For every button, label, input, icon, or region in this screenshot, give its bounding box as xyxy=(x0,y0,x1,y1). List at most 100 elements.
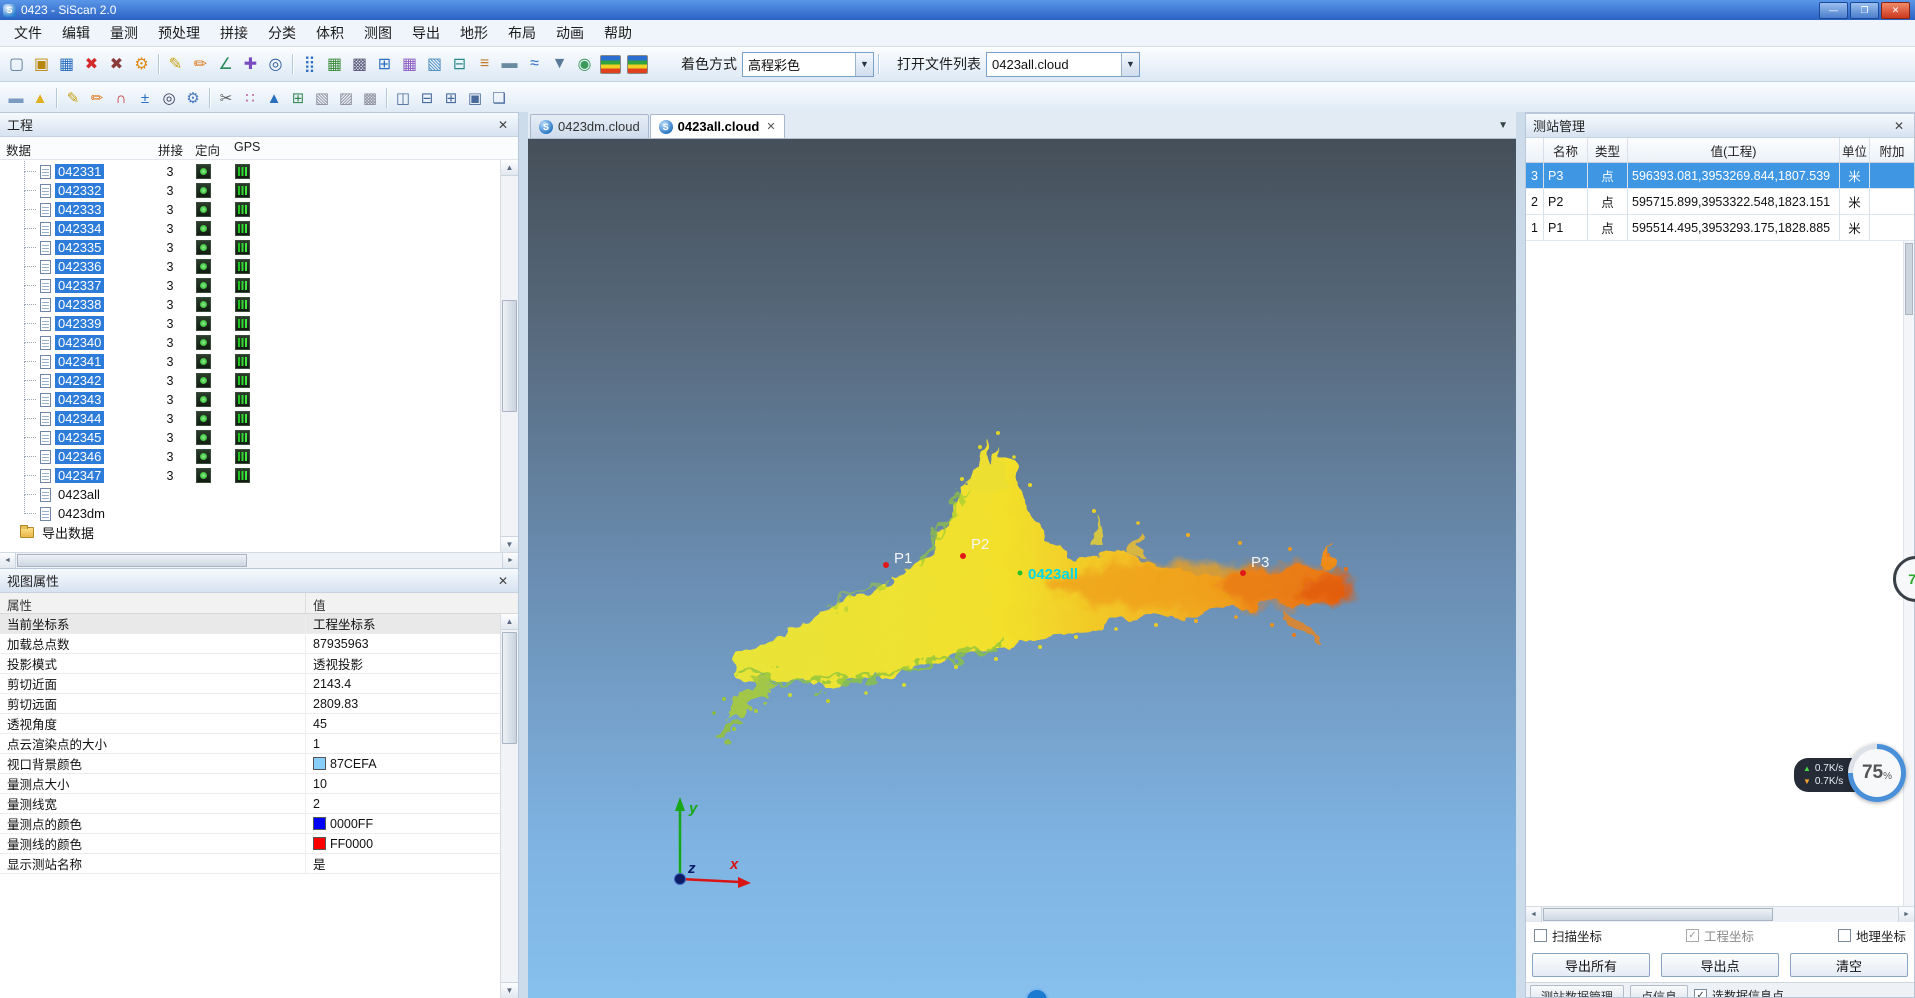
scrollbar-thumb[interactable] xyxy=(502,632,517,744)
tree-item[interactable]: 0423343 xyxy=(0,219,501,238)
property-row[interactable]: 剪切远面2809.83 xyxy=(0,694,501,714)
magnet-tool-icon[interactable]: ∩ xyxy=(109,87,133,109)
cascade-windows-icon[interactable]: ❏ xyxy=(487,87,511,109)
section-tool-icon[interactable]: ⊟ xyxy=(447,52,472,76)
station-row[interactable]: 3P3点596393.081,3953269.844,1807.539米 xyxy=(1526,163,1914,189)
property-row[interactable]: 透视角度45 xyxy=(0,714,501,734)
menu-item[interactable]: 导出 xyxy=(402,20,450,46)
cube-view-3-icon[interactable]: ▩ xyxy=(358,87,382,109)
station-column-header[interactable]: 名称 xyxy=(1544,138,1588,162)
chevron-down-icon[interactable]: ▼ xyxy=(855,53,873,76)
copy-pages-icon[interactable]: ⊞ xyxy=(286,87,310,109)
property-row[interactable]: 显示测站名称是 xyxy=(0,854,501,874)
matrix-view-icon[interactable]: ▩ xyxy=(347,52,372,76)
tree-scrollbar[interactable]: ▲ ▼ xyxy=(500,160,518,552)
split-horizontal-icon[interactable]: ◫ xyxy=(391,87,415,109)
station-marker-p2[interactable] xyxy=(960,553,966,559)
tree-item[interactable]: 0423313 xyxy=(0,162,501,181)
scroll-right-icon[interactable]: ► xyxy=(502,553,518,568)
close-icon[interactable]: ✕ xyxy=(495,118,511,132)
tree-item[interactable]: 0423443 xyxy=(0,409,501,428)
coord-checkbox[interactable]: ✓工程坐标 xyxy=(1686,926,1754,945)
station-column-header[interactable]: 类型 xyxy=(1588,138,1628,162)
title-bar[interactable]: S 0423 - SiScan 2.0 — ❐ ✕ xyxy=(0,0,1915,20)
balance-tool-icon[interactable]: ± xyxy=(133,87,157,109)
scroll-left-icon[interactable]: ◄ xyxy=(1526,907,1542,922)
station-column-header[interactable] xyxy=(1526,138,1544,162)
measure-angle-icon[interactable]: ∠ xyxy=(213,52,238,76)
tree-item[interactable]: 0423323 xyxy=(0,181,501,200)
point-grid-icon[interactable]: ⣿ xyxy=(297,52,322,76)
tree-item[interactable]: 0423dm xyxy=(0,504,501,523)
tab-list-chevron-icon[interactable]: ▼ xyxy=(1498,120,1508,131)
delete-all-icon[interactable]: ✖ xyxy=(79,52,104,76)
tree-item[interactable]: 0423433 xyxy=(0,390,501,409)
menu-item[interactable]: 动画 xyxy=(546,20,594,46)
menu-item[interactable]: 拼接 xyxy=(210,20,258,46)
property-row[interactable]: 量测点的颜色0000FF xyxy=(0,814,501,834)
scroll-down-icon[interactable]: ▼ xyxy=(501,536,518,552)
chevron-down-icon[interactable]: ▼ xyxy=(1121,53,1139,76)
stitch-tool-icon[interactable]: ⊞ xyxy=(372,52,397,76)
duplicate-view-icon[interactable]: ▣ xyxy=(463,87,487,109)
minimize-button[interactable]: — xyxy=(1819,2,1848,19)
menu-item[interactable]: 量测 xyxy=(100,20,148,46)
menu-item[interactable]: 分类 xyxy=(258,20,306,46)
open-file-list-select[interactable]: 0423all.cloud ▼ xyxy=(986,52,1140,77)
coord-checkbox[interactable]: 扫描坐标 xyxy=(1534,926,1602,945)
elevation-colors-icon[interactable] xyxy=(600,55,621,74)
tab-0423all-cloud[interactable]: S 0423all.cloud ✕ xyxy=(650,114,785,138)
draw-pencil-icon[interactable]: ✏ xyxy=(188,52,213,76)
filter-tool-icon[interactable]: ▼ xyxy=(547,52,572,76)
menu-item[interactable]: 地形 xyxy=(450,20,498,46)
tree-item[interactable]: 0423333 xyxy=(0,200,501,219)
property-row[interactable]: 当前坐标系工程坐标系 xyxy=(0,614,501,634)
tree-item[interactable]: 0423all xyxy=(0,485,501,504)
station-marker-p3[interactable] xyxy=(1240,570,1246,576)
pencil-orange-icon[interactable]: ✏ xyxy=(85,87,109,109)
scrollbar-thumb[interactable] xyxy=(17,554,247,567)
flatten-tool-icon[interactable]: ▬ xyxy=(497,52,522,76)
close-icon[interactable]: ✕ xyxy=(495,574,511,588)
scrollbar-thumb[interactable] xyxy=(1543,908,1773,921)
pencil-yellow-icon[interactable]: ✎ xyxy=(61,87,85,109)
scroll-down-icon[interactable]: ▼ xyxy=(501,982,518,998)
fill-region-icon[interactable]: ▬ xyxy=(4,87,28,109)
station-marker-p1[interactable] xyxy=(883,562,889,568)
save-file-icon[interactable]: ▦ xyxy=(54,52,79,76)
profile-tool-icon[interactable]: ≡ xyxy=(472,52,497,76)
gear-pair-icon[interactable]: ⚙ xyxy=(181,87,205,109)
coord-checkbox[interactable]: 地理坐标 xyxy=(1838,926,1906,945)
open-file-icon[interactable]: ▣ xyxy=(29,52,54,76)
bottom-tab[interactable]: 测站数据管理 xyxy=(1530,985,1624,997)
scrollbar-thumb[interactable] xyxy=(1905,243,1913,315)
cube-view-1-icon[interactable]: ▧ xyxy=(310,87,334,109)
new-file-icon[interactable]: ▢ xyxy=(4,52,29,76)
export-folder-item[interactable]: 导出数据 xyxy=(0,523,501,542)
station-column-header[interactable]: 单位 xyxy=(1840,138,1870,162)
property-row[interactable]: 剪切近面2143.4 xyxy=(0,674,501,694)
scroll-left-icon[interactable]: ◄ xyxy=(0,553,16,568)
panel-splitter[interactable] xyxy=(519,112,528,998)
point-pair-icon[interactable]: ∷ xyxy=(238,87,262,109)
tree-item[interactable]: 0423393 xyxy=(0,314,501,333)
menu-item[interactable]: 布局 xyxy=(498,20,546,46)
tree-item[interactable]: 0423473 xyxy=(0,466,501,485)
scroll-right-icon[interactable]: ► xyxy=(1898,907,1914,922)
menu-item[interactable]: 文件 xyxy=(4,20,52,46)
pick-point-icon[interactable]: ✚ xyxy=(238,52,263,76)
tree-item[interactable]: 0423403 xyxy=(0,333,501,352)
scissors-icon[interactable]: ✂ xyxy=(214,87,238,109)
tree-item[interactable]: 0423383 xyxy=(0,295,501,314)
scroll-up-icon[interactable]: ▲ xyxy=(501,614,518,630)
table-grid-icon[interactable]: ▦ xyxy=(322,52,347,76)
tab-0423dm-cloud[interactable]: S 0423dm.cloud xyxy=(530,114,649,138)
panel-splitter[interactable] xyxy=(1516,112,1525,998)
props-scrollbar[interactable]: ▲ ▼ xyxy=(500,614,518,998)
close-button[interactable]: ✕ xyxy=(1881,2,1910,19)
zoom-search-icon[interactable]: ◎ xyxy=(157,87,181,109)
info-checkbox[interactable]: ✓选数据信息点 xyxy=(1694,987,1784,997)
remove-item-icon[interactable]: ✖ xyxy=(104,52,129,76)
menu-item[interactable]: 帮助 xyxy=(594,20,642,46)
warning-triangle-icon[interactable]: ▲ xyxy=(28,87,52,109)
